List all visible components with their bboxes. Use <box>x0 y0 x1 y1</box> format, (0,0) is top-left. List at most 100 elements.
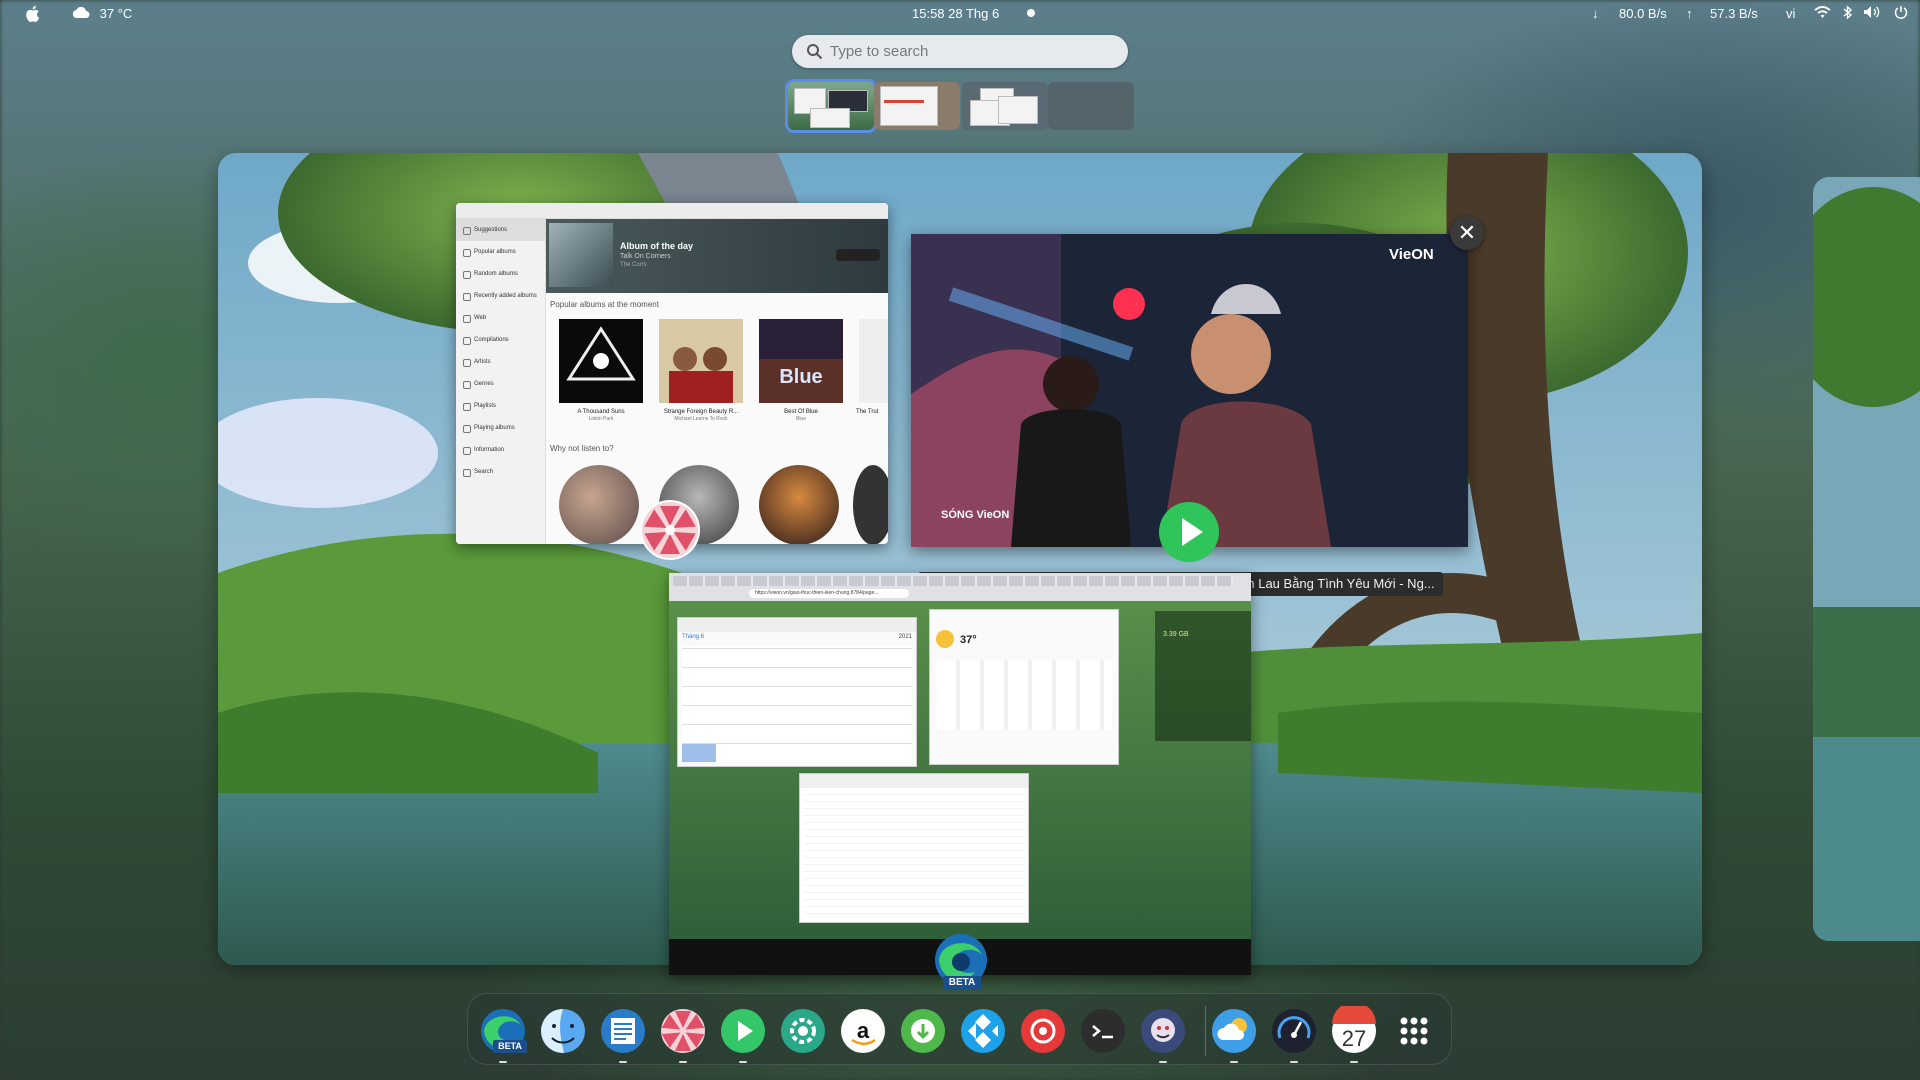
album-art-2 <box>659 319 743 403</box>
sidebar-item-recent[interactable]: Recently added albums <box>456 285 545 307</box>
sidebar-item-web[interactable]: Web <box>456 307 545 329</box>
album-thumb-2[interactable] <box>659 319 743 403</box>
browser-window[interactable]: https://vieon.vn/giao-thuc-thien-kien-ch… <box>669 573 1251 975</box>
album-title-2: Strange Foreign Beauty R... <box>663 409 739 415</box>
browser-toolbar[interactable]: https://vieon.vn/giao-thuc-thien-kien-ch… <box>669 573 1251 601</box>
play-album-button[interactable] <box>836 249 880 261</box>
cloud-icon <box>72 6 90 21</box>
dock-downloader-icon[interactable] <box>898 1006 948 1056</box>
sidebar-item-information[interactable]: Information <box>456 439 545 461</box>
upload-arrow-icon: ↑ <box>1686 6 1693 21</box>
dock-finder-icon[interactable] <box>538 1006 588 1056</box>
dock-amazon-icon[interactable]: a <box>838 1006 888 1056</box>
dock-calendar-icon[interactable]: 27 <box>1329 1006 1379 1056</box>
dock-documents-icon[interactable] <box>598 1006 648 1056</box>
artist-circle-1[interactable] <box>559 465 639 544</box>
weather-indicator[interactable]: 37 °C <box>72 6 133 21</box>
sidebar-item-playlists[interactable]: Playlists <box>456 395 545 417</box>
album-title-4: The Trut <box>856 409 879 415</box>
close-icon: ✕ <box>1457 220 1477 245</box>
sidebar-item-compilations[interactable]: Compilations <box>456 329 545 351</box>
next-workspace-wallpaper <box>1813 177 1920 941</box>
album-thumb-4[interactable] <box>859 319 888 403</box>
weather-temp: 37 °C <box>99 6 133 21</box>
hero-album: Talk On Corners <box>620 253 671 260</box>
album-title-3: Best Of Blue <box>784 409 818 415</box>
workspace-thumb-2[interactable] <box>874 82 960 130</box>
workspace-thumb-3[interactable] <box>962 82 1048 130</box>
dock-kodi-icon[interactable] <box>958 1006 1008 1056</box>
svg-text:a: a <box>857 1018 870 1043</box>
svg-text:Blue: Blue <box>779 366 822 388</box>
address-bar[interactable]: https://vieon.vn/giao-thuc-thien-kien-ch… <box>749 589 909 598</box>
running-indicator <box>1290 1061 1298 1063</box>
sidebar-item-genres[interactable]: Genres <box>456 373 545 395</box>
music-sidebar: Suggestions Popular albums Random albums… <box>456 219 546 544</box>
wifi-icon[interactable] <box>1814 5 1831 22</box>
dock-app-grid-icon[interactable] <box>1389 1006 1439 1056</box>
sidebar-item-popular[interactable]: Popular albums <box>456 241 545 263</box>
album-thumb-1[interactable] <box>559 319 643 403</box>
sidebar-item-artists[interactable]: Artists <box>456 351 545 373</box>
inner-calendar-window: Tháng 6 2021 <box>677 617 917 767</box>
search-box[interactable] <box>792 35 1128 68</box>
dock-settings-icon[interactable] <box>778 1006 828 1056</box>
apple-menu-icon[interactable] <box>24 5 40 26</box>
calendar-month: Tháng 6 <box>682 634 705 640</box>
inner-weather-window: 37° <box>929 609 1119 765</box>
top-panel: 37 °C 15:58 28 Thg 6 ↓ 80.0 B/s ↑ 57.3 B… <box>0 0 1920 28</box>
dock-recorder-icon[interactable] <box>1018 1006 1068 1056</box>
net-up-speed: 57.3 B/s <box>1710 6 1758 21</box>
dock-beta-label: BETA <box>493 1040 527 1053</box>
sidebar-item-playing[interactable]: Playing albums <box>456 417 545 439</box>
sidebar-item-random[interactable]: Random albums <box>456 263 545 285</box>
calendar-year: 2021 <box>898 634 912 640</box>
hero-artist: The Corrs <box>620 262 647 268</box>
input-language[interactable]: vi <box>1786 6 1795 21</box>
artist-circle-4[interactable] <box>853 465 888 544</box>
album-art-3: Blue <box>759 319 843 403</box>
section-popular-title: Popular albums at the moment <box>550 300 659 309</box>
dock-separator <box>1205 1006 1206 1056</box>
album-artist-2: Michael Learns To Rock <box>674 416 728 422</box>
running-indicator <box>1159 1061 1167 1063</box>
sidebar-item-search[interactable]: Search <box>456 461 545 483</box>
album-artist-3: Blue <box>795 416 806 422</box>
music-player-window[interactable]: Suggestions Popular albums Random albums… <box>456 203 888 544</box>
edge-beta-badge-icon: BETA <box>931 932 991 992</box>
show-logo: SÓNG VieON <box>941 509 1010 521</box>
dock-chat-icon[interactable] <box>1138 1006 1188 1056</box>
sidebar-item-suggestions[interactable]: Suggestions <box>456 219 545 241</box>
album-of-the-day-banner[interactable]: Album of the day Talk On Corners The Cor… <box>546 219 888 293</box>
album-artist-1: Linkin Park <box>588 416 614 422</box>
running-indicator <box>619 1061 627 1063</box>
dock-system-monitor-icon[interactable] <box>1269 1006 1319 1056</box>
close-window-button[interactable]: ✕ <box>1450 216 1484 250</box>
album-art-1 <box>559 319 643 403</box>
clock[interactable]: 15:58 28 Thg 6 <box>912 6 999 21</box>
power-icon[interactable] <box>1894 5 1908 22</box>
dock-video-player-icon[interactable] <box>718 1006 768 1056</box>
workspace-thumb-4[interactable] <box>1048 82 1134 130</box>
next-workspace-preview[interactable] <box>1813 177 1920 941</box>
running-indicator <box>1230 1061 1238 1063</box>
search-input[interactable] <box>830 39 1110 64</box>
inner-weather-temp: 37° <box>960 634 977 646</box>
inner-sysinfo: 3.39 GB <box>1163 631 1189 638</box>
running-indicator <box>679 1061 687 1063</box>
calendar-day: 27 <box>1341 1026 1367 1051</box>
video-player-window[interactable]: VieON SÓNG VieON <box>911 234 1468 547</box>
download-arrow-icon: ↓ <box>1592 6 1599 21</box>
video-frame <box>911 234 1468 547</box>
artist-circle-3[interactable] <box>759 465 839 544</box>
volume-icon[interactable] <box>1863 5 1881 22</box>
dock-edge-beta-icon[interactable]: BETA <box>478 1006 528 1056</box>
dock-terminal-icon[interactable] <box>1078 1006 1128 1056</box>
dock-music-app-icon[interactable] <box>658 1006 708 1056</box>
workspace-thumb-1[interactable] <box>785 79 877 133</box>
album-thumb-3[interactable]: Blue <box>759 319 843 403</box>
browser-tabs[interactable] <box>673 576 1233 586</box>
bluetooth-icon[interactable] <box>1843 5 1853 23</box>
music-titlebar[interactable] <box>456 203 888 219</box>
dock-weather-icon[interactable] <box>1209 1006 1259 1056</box>
